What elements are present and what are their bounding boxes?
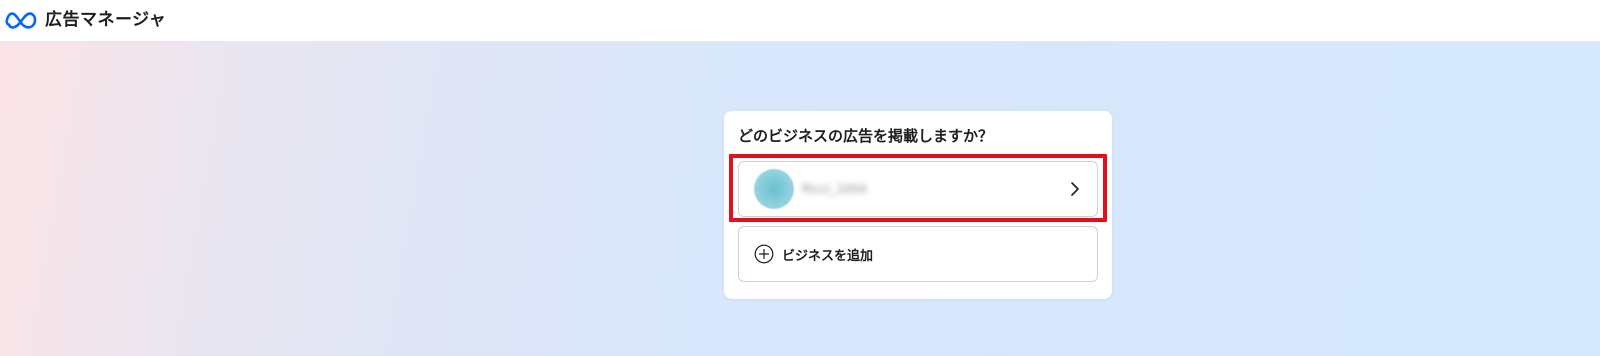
add-business-button[interactable]: ビジネスを追加 — [738, 226, 1098, 282]
business-avatar — [754, 169, 794, 209]
add-business-label: ビジネスを追加 — [782, 248, 874, 264]
business-name: Ricci_1004 — [802, 182, 867, 196]
brand[interactable]: 広告マネージャ — [5, 0, 166, 42]
top-bar: 広告マネージャ — [0, 0, 1600, 42]
dialog-title: どのビジネスの広告を掲載しますか？ — [738, 127, 994, 145]
meta-logo-icon — [5, 12, 37, 29]
plus-circle-icon — [754, 244, 774, 264]
business-select-dialog: どのビジネスの広告を掲載しますか？ Ricci_1004 ビジネスを追加 — [724, 111, 1112, 299]
business-option[interactable]: Ricci_1004 — [738, 161, 1098, 217]
app-title: 広告マネージャ — [45, 10, 167, 30]
chevron-right-icon — [1071, 182, 1079, 196]
main-area: どのビジネスの広告を掲載しますか？ Ricci_1004 ビジネスを追加 — [0, 42, 1600, 356]
